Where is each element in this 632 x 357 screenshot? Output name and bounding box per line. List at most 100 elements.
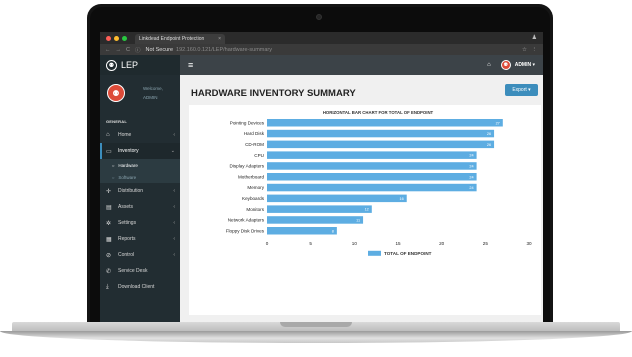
- export-button[interactable]: Export ▾: [505, 84, 538, 96]
- chevron-left-icon: ‹: [173, 252, 175, 258]
- chevron-left-icon: ‹: [173, 132, 175, 138]
- reports-icon: ▦: [106, 236, 112, 243]
- download-icon: ⤓: [106, 283, 109, 290]
- category-label: Floppy Disk Drives: [226, 228, 265, 233]
- inventory-submenu: ○ Hardware ○ Software: [100, 159, 180, 183]
- sidebar-item-label: Inventory: [118, 148, 139, 154]
- sidebar-item-assets[interactable]: ▤ Assets ‹: [100, 199, 180, 215]
- minimize-window-button[interactable]: [114, 35, 119, 41]
- category-label: Keyboards: [242, 196, 265, 201]
- phone-icon: ✆: [106, 268, 112, 275]
- chevron-left-icon: ‹: [173, 188, 175, 194]
- category-label: Network Adapters: [228, 218, 265, 223]
- data-label: 8: [332, 229, 334, 233]
- control-icon: ⊘: [106, 252, 112, 259]
- category-label: Hard Disk: [244, 131, 265, 136]
- sidebar-item-settings[interactable]: ✲ Settings ‹: [100, 215, 180, 231]
- bar: [267, 216, 364, 224]
- category-label: Motherboard: [238, 174, 264, 179]
- sidebar-item-label: Assets: [118, 204, 134, 210]
- admin-menu[interactable]: ADMIN: [515, 62, 531, 68]
- chevron-down-icon: ⌄: [170, 148, 175, 154]
- sidebar-item-label: Control: [118, 252, 135, 258]
- avatar: ⚉: [107, 84, 125, 102]
- camera-icon: [316, 14, 322, 20]
- category-label: CD-ROM: [245, 142, 264, 147]
- reload-icon[interactable]: C: [126, 47, 130, 53]
- home-icon: ⌂: [106, 132, 110, 138]
- sidebar-item-control[interactable]: ⊘ Control ‹: [100, 247, 180, 263]
- bar: [267, 119, 503, 127]
- bar: [267, 140, 495, 149]
- admin-avatar[interactable]: ⚉: [500, 60, 511, 70]
- sidebar-item-label: Service Desk: [118, 268, 148, 274]
- data-label: 11: [356, 218, 360, 222]
- close-tab-icon[interactable]: ×: [218, 36, 221, 42]
- sidebar-subitem-software[interactable]: ○ Software: [100, 171, 180, 183]
- sidebar-item-home[interactable]: ⌂ Home ‹: [100, 127, 180, 143]
- data-label: 24: [469, 154, 473, 158]
- home-icon[interactable]: ⌂: [487, 62, 491, 68]
- legend-swatch: [368, 250, 381, 256]
- welcome-text: Welcome,: [143, 86, 163, 91]
- bar: [267, 227, 337, 235]
- menu-toggle-icon[interactable]: ≡: [188, 60, 193, 70]
- x-tick-label: 10: [352, 241, 358, 246]
- sidebar: ⚉ LEP ⚉ Welcome, ADMIN GENERAL ⌂ Home ‹ …: [100, 55, 180, 322]
- sidebar-item-reports[interactable]: ▦ Reports ‹: [100, 231, 180, 247]
- sidebar-item-label: Reports: [118, 236, 136, 242]
- browser-tab-title: Linkdead Endpoint Protection: [139, 36, 205, 42]
- laptop-base: [0, 322, 632, 357]
- x-tick-label: 0: [266, 241, 269, 246]
- bar: [267, 173, 477, 181]
- forward-icon[interactable]: →: [116, 47, 122, 53]
- sidebar-item-service-desk[interactable]: ✆ Service Desk: [100, 263, 180, 279]
- legend-label: TOTAL OF ENDPOINT: [384, 251, 432, 256]
- profile-icon[interactable]: ♟: [532, 34, 537, 41]
- url-input[interactable]: 192.160.0.121/LEP/hardware-summary: [176, 47, 272, 53]
- maximize-window-button[interactable]: [122, 35, 127, 41]
- chevron-left-icon: ‹: [173, 236, 175, 242]
- x-tick-label: 30: [526, 241, 532, 246]
- data-label: 24: [469, 175, 473, 179]
- not-secure-label: Not Secure: [145, 46, 174, 53]
- screen: Linkdead Endpoint Protection × ♟ ← → C ⓘ…: [100, 32, 543, 322]
- laptop-notch: [280, 322, 352, 327]
- main-content: HARDWARE INVENTORY SUMMARY Export ▾ HORI…: [180, 75, 543, 322]
- browser-tabbar: Linkdead Endpoint Protection × ♟: [100, 32, 543, 44]
- bar: [267, 205, 372, 213]
- back-icon[interactable]: ←: [105, 47, 111, 53]
- sidebar-item-distribution[interactable]: ✛ Distribution ‹: [100, 183, 180, 199]
- sidebar-subitem-label: Software: [118, 174, 137, 180]
- sidebar-item-download-client[interactable]: ⤓ Download Client: [100, 279, 180, 295]
- sidebar-item-label: Download Client: [118, 284, 155, 290]
- sidebar-item-label: Home: [118, 132, 132, 138]
- browser-menu-icon[interactable]: ⋮: [532, 47, 538, 53]
- distribution-icon: ✛: [106, 188, 112, 195]
- sidebar-item-inventory[interactable]: ▭ Inventory ⌄: [100, 143, 180, 159]
- circle-icon: ○: [112, 162, 115, 168]
- data-label: 24: [469, 186, 473, 190]
- sidebar-item-label: Distribution: [118, 188, 144, 194]
- x-tick-label: 5: [309, 241, 312, 246]
- gear-icon: ✲: [106, 220, 112, 227]
- star-icon[interactable]: ☆: [522, 47, 527, 53]
- browser-tab[interactable]: Linkdead Endpoint Protection ×: [135, 34, 225, 44]
- bar: [267, 162, 477, 170]
- chevron-left-icon: ‹: [173, 204, 175, 210]
- logo-icon: ⚉: [106, 59, 117, 71]
- assets-icon: ▤: [106, 204, 112, 211]
- chevron-down-icon[interactable]: ▾: [532, 62, 535, 68]
- category-label: CPU: [254, 153, 264, 158]
- data-label: 12: [365, 208, 369, 212]
- logo-bar[interactable]: ⚉ LEP: [100, 55, 180, 75]
- logo-text: LEP: [121, 60, 139, 70]
- bar: [267, 151, 477, 159]
- close-window-button[interactable]: [106, 35, 111, 41]
- circle-icon: ○: [112, 174, 115, 180]
- hardware-bar-chart: HORIZONTAL BAR CHART FOR TOTAL OF ENDPOI…: [226, 110, 532, 256]
- sidebar-subitem-hardware[interactable]: ○ Hardware: [100, 159, 180, 171]
- data-label: 27: [496, 121, 500, 125]
- laptop-base-bottom: [0, 331, 632, 343]
- info-icon[interactable]: ⓘ: [135, 46, 141, 54]
